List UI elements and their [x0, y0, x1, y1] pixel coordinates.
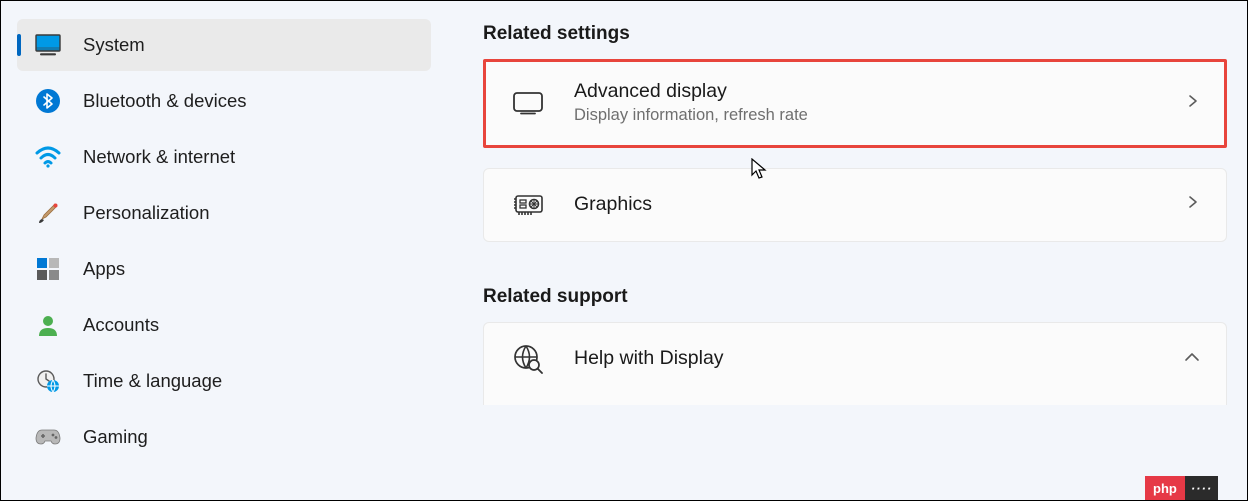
sidebar-item-system[interactable]: System — [17, 19, 431, 71]
related-support-heading: Related support — [483, 286, 1227, 308]
wifi-icon — [35, 144, 61, 170]
sidebar-item-label: Time & language — [83, 370, 222, 392]
sidebar-item-bluetooth[interactable]: Bluetooth & devices — [17, 75, 431, 127]
system-icon — [35, 32, 61, 58]
person-icon — [35, 312, 61, 338]
sidebar-item-personalization[interactable]: Personalization — [17, 187, 431, 239]
watermark-left: php — [1145, 476, 1185, 500]
sidebar-item-accounts[interactable]: Accounts — [17, 299, 431, 351]
help-with-display-card[interactable]: Help with Display — [483, 322, 1227, 405]
bluetooth-icon — [35, 88, 61, 114]
chevron-right-icon — [1186, 195, 1200, 214]
sidebar-item-apps[interactable]: Apps — [17, 243, 431, 295]
card-title: Graphics — [574, 193, 1156, 216]
related-settings-heading: Related settings — [483, 23, 1227, 45]
chevron-right-icon — [1186, 94, 1200, 113]
sidebar: System Bluetooth & devices Network & int… — [1, 1, 439, 500]
watermark-badge: php ···· — [1145, 476, 1247, 500]
sidebar-item-label: Bluetooth & devices — [83, 90, 247, 112]
gpu-icon — [512, 189, 544, 221]
sidebar-item-time-language[interactable]: Time & language — [17, 355, 431, 407]
sidebar-item-label: Accounts — [83, 314, 159, 336]
sidebar-item-label: Apps — [83, 258, 125, 280]
apps-icon — [35, 256, 61, 282]
clock-globe-icon — [35, 368, 61, 394]
watermark-right: ···· — [1185, 476, 1218, 500]
paintbrush-icon — [35, 200, 61, 226]
sidebar-item-label: Personalization — [83, 202, 210, 224]
chevron-up-icon — [1184, 350, 1200, 368]
card-title: Advanced display — [574, 80, 1156, 103]
main-content: Related settings Advanced display Displa… — [439, 1, 1247, 500]
sidebar-item-gaming[interactable]: Gaming — [17, 411, 431, 463]
card-title: Help with Display — [574, 347, 1154, 370]
monitor-icon — [512, 87, 544, 119]
sidebar-item-network[interactable]: Network & internet — [17, 131, 431, 183]
card-subtitle: Display information, refresh rate — [574, 105, 1156, 126]
gamepad-icon — [35, 424, 61, 450]
sidebar-item-label: System — [83, 34, 145, 56]
sidebar-item-label: Network & internet — [83, 146, 235, 168]
sidebar-item-label: Gaming — [83, 426, 148, 448]
graphics-card[interactable]: Graphics — [483, 168, 1227, 242]
globe-search-icon — [512, 343, 544, 375]
advanced-display-card[interactable]: Advanced display Display information, re… — [483, 59, 1227, 148]
